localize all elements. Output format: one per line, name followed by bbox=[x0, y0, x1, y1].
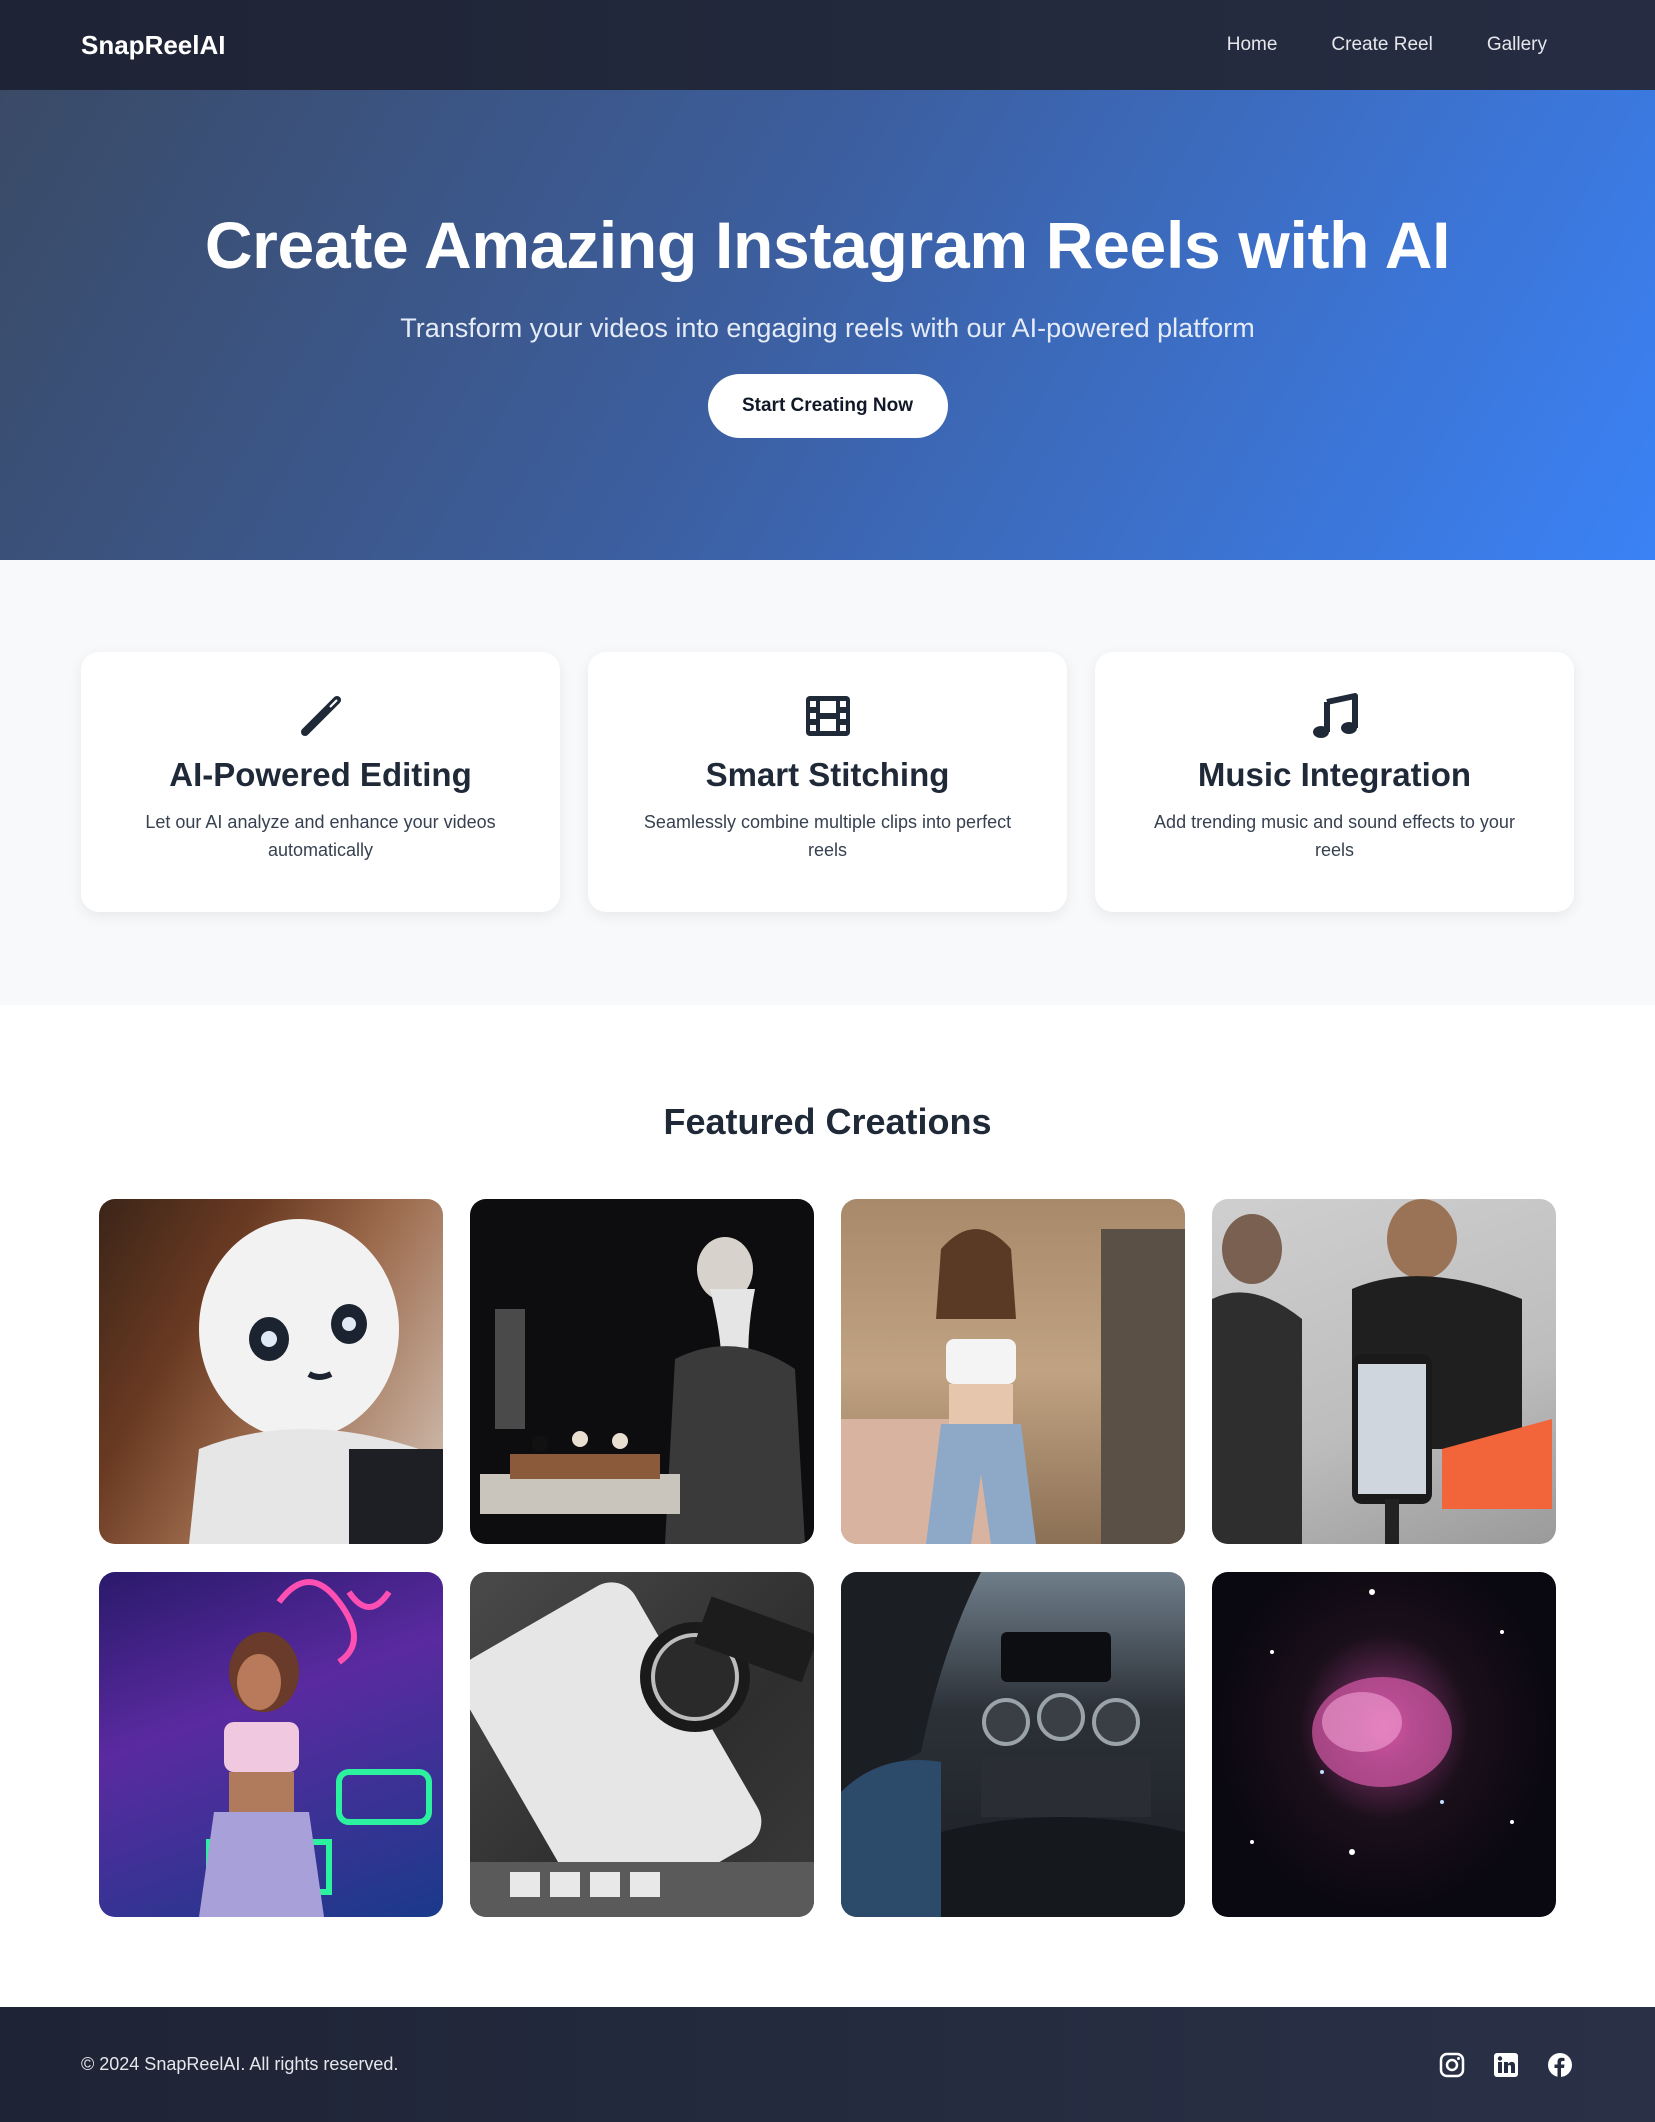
feature-card-music-integration: Music Integration Add trending music and… bbox=[1095, 652, 1574, 912]
gallery-item-dancing-woman[interactable] bbox=[841, 1199, 1185, 1544]
gallery-item-dancers-filming[interactable] bbox=[1212, 1199, 1556, 1544]
feature-card-ai-editing: AI-Powered Editing Let our AI analyze an… bbox=[81, 652, 560, 912]
gallery-item-car-interior[interactable] bbox=[841, 1572, 1185, 1917]
feature-description: Let our AI analyze and enhance your vide… bbox=[145, 812, 496, 860]
hero-subtitle: Transform your videos into engaging reel… bbox=[400, 313, 1255, 343]
nav-link-gallery[interactable]: Gallery bbox=[1460, 24, 1574, 66]
nav-links: Home Create Reel Gallery bbox=[1200, 24, 1574, 66]
feature-description: Add trending music and sound effects to … bbox=[1154, 812, 1515, 860]
linkedin-icon[interactable] bbox=[1492, 2051, 1520, 2079]
gallery-grid bbox=[0, 1199, 1655, 1917]
feature-title: Smart Stitching bbox=[705, 756, 950, 793]
nav-link-create-reel[interactable]: Create Reel bbox=[1304, 24, 1459, 66]
top-navbar: SnapReelAI Home Create Reel Gallery bbox=[0, 0, 1655, 90]
copyright-text: © 2024 SnapReelAI. All rights reserved. bbox=[81, 2054, 399, 2074]
magic-wand-icon bbox=[295, 690, 347, 742]
gallery-item-robot[interactable] bbox=[99, 1199, 443, 1544]
start-creating-button[interactable]: Start Creating Now bbox=[707, 374, 948, 438]
hero-section: Create Amazing Instagram Reels with AI T… bbox=[0, 90, 1655, 560]
feature-card-smart-stitching: Smart Stitching Seamlessly combine multi… bbox=[588, 652, 1067, 912]
gallery-item-nebula[interactable] bbox=[1212, 1572, 1556, 1917]
film-icon bbox=[802, 690, 854, 742]
feature-title: Music Integration bbox=[1197, 756, 1472, 793]
facebook-icon[interactable] bbox=[1546, 2051, 1574, 2079]
feature-title: AI-Powered Editing bbox=[169, 756, 472, 793]
gallery-title: Featured Creations bbox=[663, 1101, 992, 1142]
music-note-icon bbox=[1309, 690, 1361, 742]
featured-creations-section: Featured Creations bbox=[0, 1005, 1655, 2007]
gallery-item-chess-player[interactable] bbox=[470, 1199, 814, 1544]
features-section: AI-Powered Editing Let our AI analyze an… bbox=[0, 560, 1655, 1005]
gallery-item-neon-dancer[interactable] bbox=[99, 1572, 443, 1917]
page-footer: © 2024 SnapReelAI. All rights reserved. bbox=[0, 2007, 1655, 2122]
instagram-icon[interactable] bbox=[1438, 2051, 1466, 2079]
brand-logo[interactable]: SnapReelAI bbox=[81, 30, 226, 61]
gallery-item-phone-and-watch[interactable] bbox=[470, 1572, 814, 1917]
social-links bbox=[1438, 2051, 1574, 2079]
hero-title: Create Amazing Instagram Reels with AI bbox=[204, 208, 1451, 282]
feature-description: Seamlessly combine multiple clips into p… bbox=[643, 812, 1012, 860]
nav-link-home[interactable]: Home bbox=[1200, 24, 1305, 66]
